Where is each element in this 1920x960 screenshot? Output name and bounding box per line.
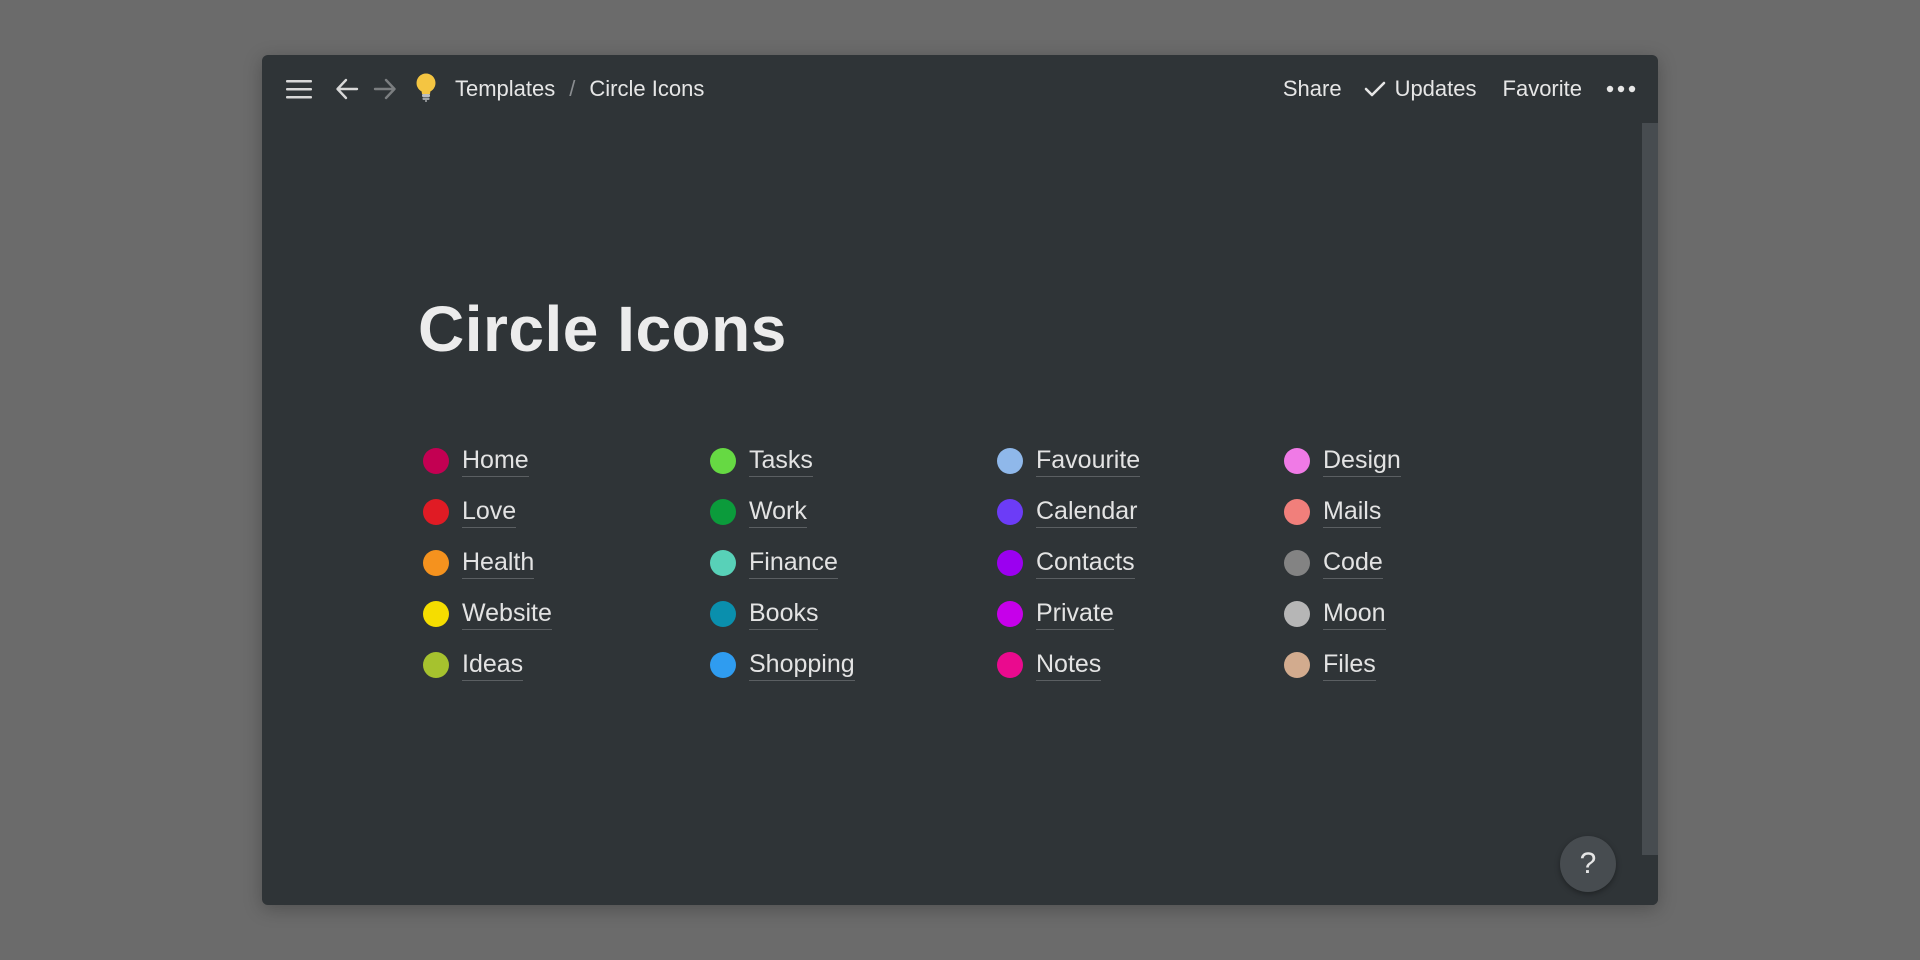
page-link-website[interactable]: Website <box>423 588 710 639</box>
circle-icon <box>997 600 1023 627</box>
page-link-label: Code <box>1323 547 1383 579</box>
icon-column: Favourite Calendar Contacts Private Note… <box>997 435 1284 690</box>
icon-column: Home Love Health Website Ideas <box>423 435 710 690</box>
scrollbar-thumb[interactable] <box>1642 123 1658 855</box>
updates-button[interactable]: Updates <box>1364 76 1477 102</box>
page-link-label: Health <box>462 547 535 579</box>
page-link-label: Books <box>749 598 819 630</box>
page-link-health[interactable]: Health <box>423 537 710 588</box>
help-button[interactable]: ? <box>1560 836 1616 892</box>
circle-icon <box>997 447 1023 474</box>
breadcrumb-current-page[interactable]: Circle Icons <box>589 76 704 102</box>
page-link-label: Shopping <box>749 649 855 681</box>
hamburger-menu-icon[interactable] <box>284 75 314 103</box>
page-link-finance[interactable]: Finance <box>710 537 997 588</box>
favorite-button[interactable]: Favorite <box>1503 76 1582 102</box>
page-link-label: Tasks <box>749 445 813 477</box>
circle-icon <box>1284 498 1310 525</box>
top-bar: Templates / Circle Icons Share Updates F… <box>262 55 1658 123</box>
page-link-private[interactable]: Private <box>997 588 1284 639</box>
page-link-label: Contacts <box>1036 547 1135 579</box>
lightbulb-icon <box>413 72 439 104</box>
circle-icon <box>997 498 1023 525</box>
circle-icon <box>423 549 449 576</box>
page-link-label: Design <box>1323 445 1401 477</box>
icon-links-grid: Home Love Health Website Ideas Tasks Wor… <box>423 435 1573 690</box>
page-link-ideas[interactable]: Ideas <box>423 639 710 690</box>
page-link-calendar[interactable]: Calendar <box>997 486 1284 537</box>
circle-icon <box>710 549 736 576</box>
share-button[interactable]: Share <box>1283 76 1342 102</box>
page-link-work[interactable]: Work <box>710 486 997 537</box>
page-link-shopping[interactable]: Shopping <box>710 639 997 690</box>
page-link-label: Mails <box>1323 496 1382 528</box>
circle-icon <box>423 651 449 678</box>
page-link-label: Home <box>462 445 529 477</box>
page-link-label: Calendar <box>1036 496 1138 528</box>
circle-icon <box>997 651 1023 678</box>
page-link-contacts[interactable]: Contacts <box>997 537 1284 588</box>
page-link-design[interactable]: Design <box>1284 435 1571 486</box>
circle-icon <box>710 447 736 474</box>
circle-icon <box>710 498 736 525</box>
circle-icon <box>1284 549 1310 576</box>
circle-icon <box>1284 447 1310 474</box>
circle-icon <box>423 600 449 627</box>
circle-icon <box>710 600 736 627</box>
circle-icon <box>1284 651 1310 678</box>
page-link-label: Notes <box>1036 649 1102 681</box>
circle-icon <box>1284 600 1310 627</box>
page-link-label: Moon <box>1323 598 1386 630</box>
circle-icon <box>423 447 449 474</box>
arrow-left-icon[interactable] <box>332 75 362 103</box>
page-link-label: Private <box>1036 598 1114 630</box>
circle-icon <box>423 498 449 525</box>
more-horizontal-icon[interactable] <box>1606 84 1636 94</box>
checkmark-icon <box>1364 81 1385 97</box>
circle-icon <box>710 651 736 678</box>
breadcrumb-templates[interactable]: Templates <box>455 76 555 102</box>
icon-column: Design Mails Code Moon Files <box>1284 435 1571 690</box>
page-link-label: Finance <box>749 547 838 579</box>
page-link-label: Work <box>749 496 807 528</box>
page-link-favourite[interactable]: Favourite <box>997 435 1284 486</box>
updates-label: Updates <box>1394 76 1477 101</box>
page-link-moon[interactable]: Moon <box>1284 588 1571 639</box>
page-link-label: Favourite <box>1036 445 1141 477</box>
page-link-code[interactable]: Code <box>1284 537 1571 588</box>
breadcrumb: Templates / Circle Icons <box>455 74 704 104</box>
page-link-notes[interactable]: Notes <box>997 639 1284 690</box>
page-link-files[interactable]: Files <box>1284 639 1571 690</box>
page-window: Templates / Circle Icons Share Updates F… <box>262 55 1658 905</box>
arrow-right-icon[interactable] <box>370 75 400 103</box>
page-link-home[interactable]: Home <box>423 435 710 486</box>
circle-icon <box>997 549 1023 576</box>
page-link-tasks[interactable]: Tasks <box>710 435 997 486</box>
page-link-label: Files <box>1323 649 1376 681</box>
breadcrumb-separator: / <box>569 76 576 101</box>
page-title: Circle Icons <box>418 293 787 365</box>
page-link-label: Love <box>462 496 517 528</box>
icon-column: Tasks Work Finance Books Shopping <box>710 435 997 690</box>
page-link-label: Ideas <box>462 649 524 681</box>
top-actions: Share Updates Favorite <box>1283 74 1636 104</box>
page-link-label: Website <box>462 598 552 630</box>
page-link-books[interactable]: Books <box>710 588 997 639</box>
page-link-mails[interactable]: Mails <box>1284 486 1571 537</box>
page-link-love[interactable]: Love <box>423 486 710 537</box>
